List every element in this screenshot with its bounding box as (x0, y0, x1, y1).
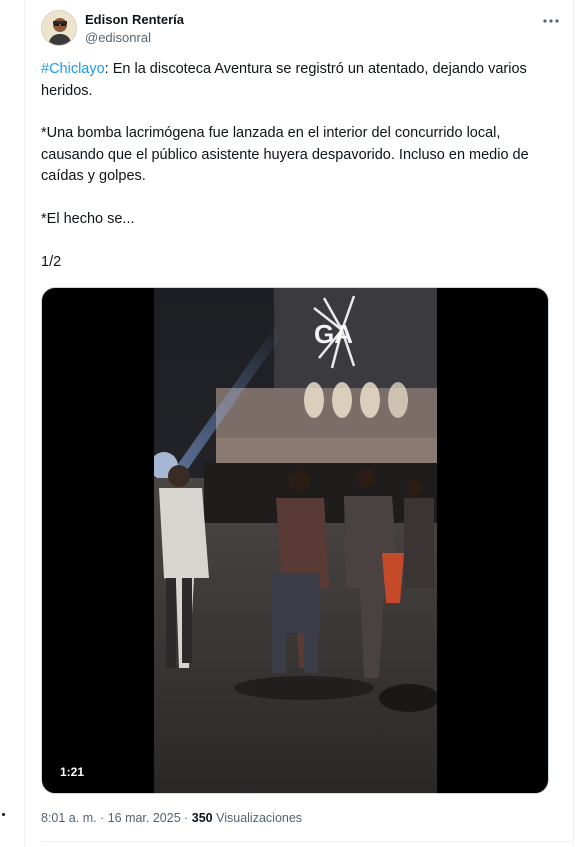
tweet-paragraph-1: #Chiclayo: En la discoteca Aventura se r… (41, 59, 551, 102)
tweet-text: #Chiclayo: En la discoteca Aventura se r… (41, 59, 551, 273)
tweet-card: Edison Rentería @edisonral #Chiclayo: En… (24, 0, 574, 847)
views-count: 350 (191, 811, 213, 825)
more-horizontal-icon[interactable] (541, 14, 561, 28)
author-names: Edison Rentería @edisonral (85, 12, 184, 46)
tweet-meta: 8:01 a. m. · 16 mar. 2025 · 350 Visualiz… (41, 810, 302, 826)
author-name[interactable]: Edison Rentería (85, 12, 184, 28)
meta-separator: · (180, 811, 192, 825)
tweet-paragraph-4: 1/2 (41, 253, 62, 270)
timestamp[interactable]: 8:01 a. m. · 16 mar. 2025 (41, 811, 181, 825)
avatar[interactable] (41, 10, 77, 46)
tweet-paragraph-2: *Una bomba lacrimógena fue lanzada en el… (41, 125, 529, 185)
tweet-text-line-1: : En la discoteca Aventura se registró u… (41, 61, 527, 99)
video-player[interactable]: GA 1:21 (41, 287, 549, 794)
stray-dot (2, 813, 5, 816)
author-handle[interactable]: @edisonral (85, 30, 184, 46)
views-label: Visualizaciones (212, 811, 303, 825)
svg-text:GA: GA (314, 319, 353, 349)
tweet-header: Edison Rentería @edisonral (41, 8, 561, 52)
video-duration: 1:21 (54, 763, 91, 781)
divider (41, 841, 573, 842)
hashtag-link[interactable]: #Chiclayo (41, 61, 105, 77)
video-frame: GA (154, 288, 437, 793)
tweet-paragraph-3: *El hecho se... (41, 210, 135, 227)
